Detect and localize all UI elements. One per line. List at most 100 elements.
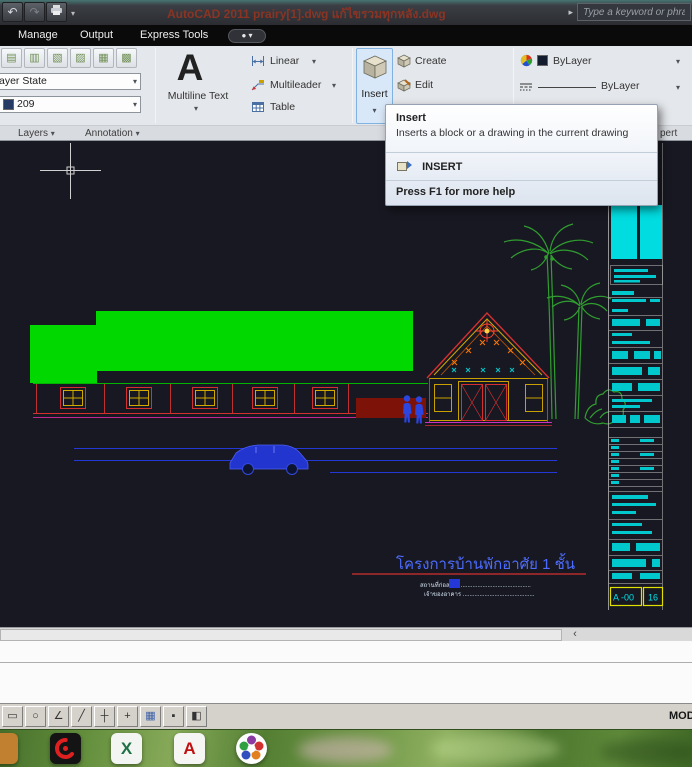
circle-tool-icon: ○ <box>32 710 39 722</box>
draw-tool-button-1[interactable]: ▭ <box>2 706 23 727</box>
layer-tool-icon: ▥ <box>29 52 40 64</box>
panel-separator <box>155 48 156 123</box>
search-arrow-icon[interactable]: ▸ <box>568 7 573 18</box>
tooltip-footer: Press F1 for more help <box>396 186 516 198</box>
car <box>229 444 309 475</box>
main-house <box>33 383 428 418</box>
cad-canvas[interactable]: โครงการบ้านพักอาศัย 1 ชั้น สถานที่ก่อสร้… <box>0 141 692 627</box>
chevron-down-icon[interactable]: ▾ <box>676 84 680 92</box>
chevron-down-icon: ▾ <box>372 106 377 115</box>
sheet-number-boxes: A -00 16 <box>609 586 664 607</box>
tab-manage[interactable]: Manage <box>18 29 58 41</box>
crosshair-cursor <box>40 143 101 199</box>
layer-tool-button-2[interactable]: ▥ <box>24 48 45 68</box>
multileader-icon <box>250 77 266 98</box>
layer-tool-button-3[interactable]: ▧ <box>47 48 68 68</box>
autocad-letter: A <box>183 739 196 758</box>
insert-tooltip: Insert Inserts a block or a drawing in t… <box>385 104 658 206</box>
redo-icon: ↷ <box>29 5 40 19</box>
redo-button[interactable]: ↷ <box>24 2 45 22</box>
linear-button[interactable]: Linear <box>270 55 299 67</box>
palm-trees <box>503 223 626 425</box>
multiline-text-icon[interactable]: A <box>168 46 212 88</box>
layer-tool-icon: ▧ <box>52 52 63 64</box>
excel-app-icon[interactable]: X <box>111 733 142 764</box>
project-title-text: โครงการบ้านพักอาศัย 1 ชั้น <box>396 553 575 573</box>
chevron-down-icon[interactable]: ▾ <box>332 82 336 90</box>
edit-button[interactable]: Edit <box>415 79 433 91</box>
panel-separator <box>352 48 353 123</box>
angle-tool-icon: ∠ <box>53 710 64 722</box>
draw-tool-button-6[interactable]: + <box>117 706 138 727</box>
layer-tool-button-4[interactable]: ▨ <box>70 48 91 68</box>
draw-tool-button-8[interactable]: ▪ <box>163 706 184 727</box>
object-color-swatch <box>537 55 548 66</box>
create-button[interactable]: Create <box>415 55 447 67</box>
grass-highlight <box>430 734 560 764</box>
color-wheel-icon <box>520 54 533 72</box>
annotation-panel-label[interactable]: Annotation ▾ <box>85 128 140 139</box>
draw-tool-button-7[interactable]: ▦ <box>140 706 161 727</box>
square-tool-icon: ▪ <box>171 710 176 722</box>
scroll-left-button[interactable]: ‹ <box>567 628 583 641</box>
multileader-button[interactable]: Multileader <box>270 79 321 91</box>
autocad-app-icon[interactable]: A <box>174 733 205 764</box>
chevron-down-icon[interactable]: ▾ <box>676 58 680 66</box>
background-gap <box>0 641 692 703</box>
layer-dropdown[interactable]: 209 ▾ <box>0 96 141 113</box>
insert-button-label: Insert <box>361 88 388 100</box>
horizontal-scrollbar[interactable]: ‹ <box>0 627 692 641</box>
chevron-down-icon: ▾ <box>50 129 55 138</box>
window-title: AutoCAD 2011 prairy[1].dwg แก้ไขรวมทุกหล… <box>167 7 446 21</box>
red-swirl-app-icon[interactable] <box>50 733 81 764</box>
layers-panel-label[interactable]: Layers ▾ <box>18 128 55 139</box>
layer-tool-button-5[interactable]: ▦ <box>93 48 114 68</box>
draw-tool-button-3[interactable]: ∠ <box>48 706 69 727</box>
line-tool-icon: ╱ <box>78 710 85 722</box>
chevron-down-icon[interactable]: ▾ <box>194 105 198 113</box>
grass-highlight <box>298 737 393 763</box>
layer-state-dropdown[interactable]: ayer State ▾ <box>0 73 141 90</box>
insert-block-icon <box>361 55 389 85</box>
print-button[interactable] <box>46 2 67 22</box>
gable-house <box>425 311 552 426</box>
tab-overflow-button[interactable]: ● ▾ <box>228 29 266 43</box>
chevron-left-icon: ‹ <box>573 628 577 640</box>
table-button[interactable]: Table <box>270 101 295 113</box>
note-line-1: สถานที่ก่อสร้าง ........................… <box>420 581 531 589</box>
model-mode-button[interactable]: MOD <box>669 710 692 722</box>
layer-tool-button-6[interactable]: ▩ <box>116 48 137 68</box>
grass-shadow <box>600 739 692 765</box>
dot-icon: ● <box>241 31 247 40</box>
linetype-dropdown[interactable]: ByLayer <box>601 80 640 92</box>
tab-output[interactable]: Output <box>80 29 113 41</box>
object-color-dropdown[interactable]: ByLayer <box>553 55 592 67</box>
scrollbar-thumb[interactable] <box>0 629 562 641</box>
model-space-viewport[interactable]: โครงการบ้านพักอาศัย 1 ชั้น สถานที่ก่อสร้… <box>0 141 692 627</box>
properties-panel-label[interactable]: pert <box>660 128 677 139</box>
layer-color-swatch <box>3 99 14 110</box>
table-icon <box>250 99 266 120</box>
tooltip-command-name: INSERT <box>422 161 463 173</box>
multiline-text-button[interactable]: Multiline Text <box>152 90 244 102</box>
sheet-titleblock: A -00 16 <box>608 143 664 610</box>
chevron-down-icon[interactable]: ▾ <box>312 58 316 66</box>
layer-tool-button-1[interactable]: ▤ <box>1 48 22 68</box>
help-search-input[interactable] <box>577 3 691 21</box>
printer-icon <box>50 5 63 19</box>
chevron-down-icon: ▾ <box>132 77 137 86</box>
draw-tool-button-9[interactable]: ◧ <box>186 706 207 727</box>
draw-tool-button-2[interactable]: ○ <box>25 706 46 727</box>
windows-taskbar: X A <box>0 729 692 767</box>
draw-tool-button-4[interactable]: ╱ <box>71 706 92 727</box>
layers-panel-label-text: Layers <box>18 128 49 139</box>
chevron-down-icon: ▾ <box>135 129 140 138</box>
layer-tool-icon: ▦ <box>98 52 109 64</box>
draw-tool-button-5[interactable]: ┼ <box>94 706 115 727</box>
linetype-preview <box>538 87 596 88</box>
partial-app-icon[interactable] <box>0 733 18 764</box>
paint-app-icon[interactable] <box>236 733 267 764</box>
quick-access-dropdown-icon[interactable]: ▾ <box>71 9 75 18</box>
undo-button[interactable]: ↶ <box>2 2 23 22</box>
tab-express-tools[interactable]: Express Tools <box>140 29 208 41</box>
